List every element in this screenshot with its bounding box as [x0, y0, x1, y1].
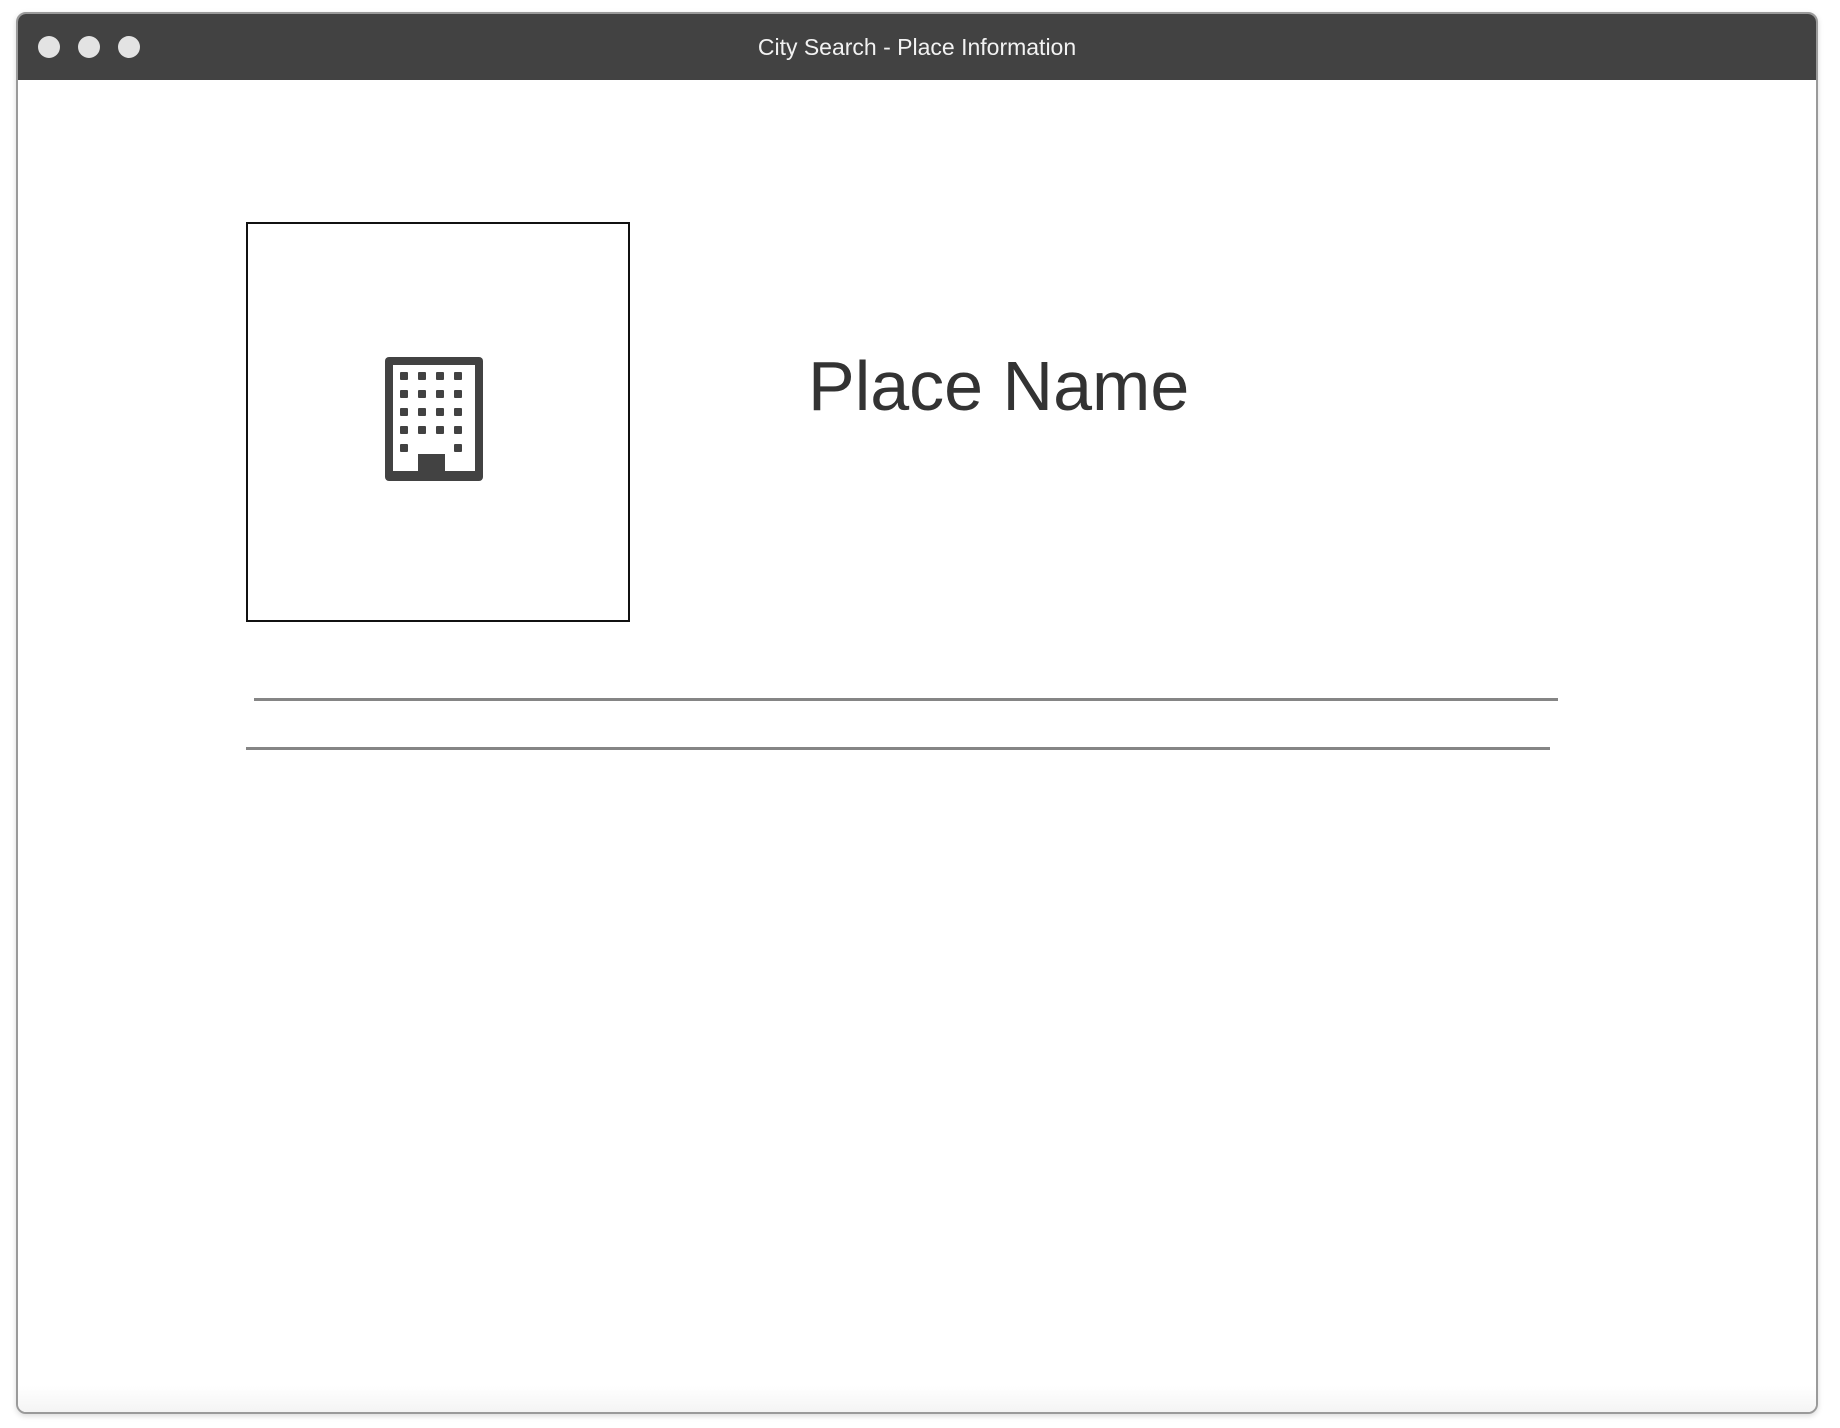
window-titlebar[interactable]: City Search - Place Information	[18, 14, 1816, 80]
place-name-heading: Place Name	[808, 347, 1190, 425]
window-bottom-edge	[18, 1386, 1816, 1412]
window-title: City Search - Place Information	[757, 34, 1077, 60]
place-image-frame	[246, 222, 630, 622]
content-divider-top	[254, 698, 1558, 701]
content-divider-bottom	[246, 747, 1550, 750]
building-icon	[385, 357, 483, 481]
app-window: City Search - Place Information Place Na…	[16, 12, 1818, 1414]
